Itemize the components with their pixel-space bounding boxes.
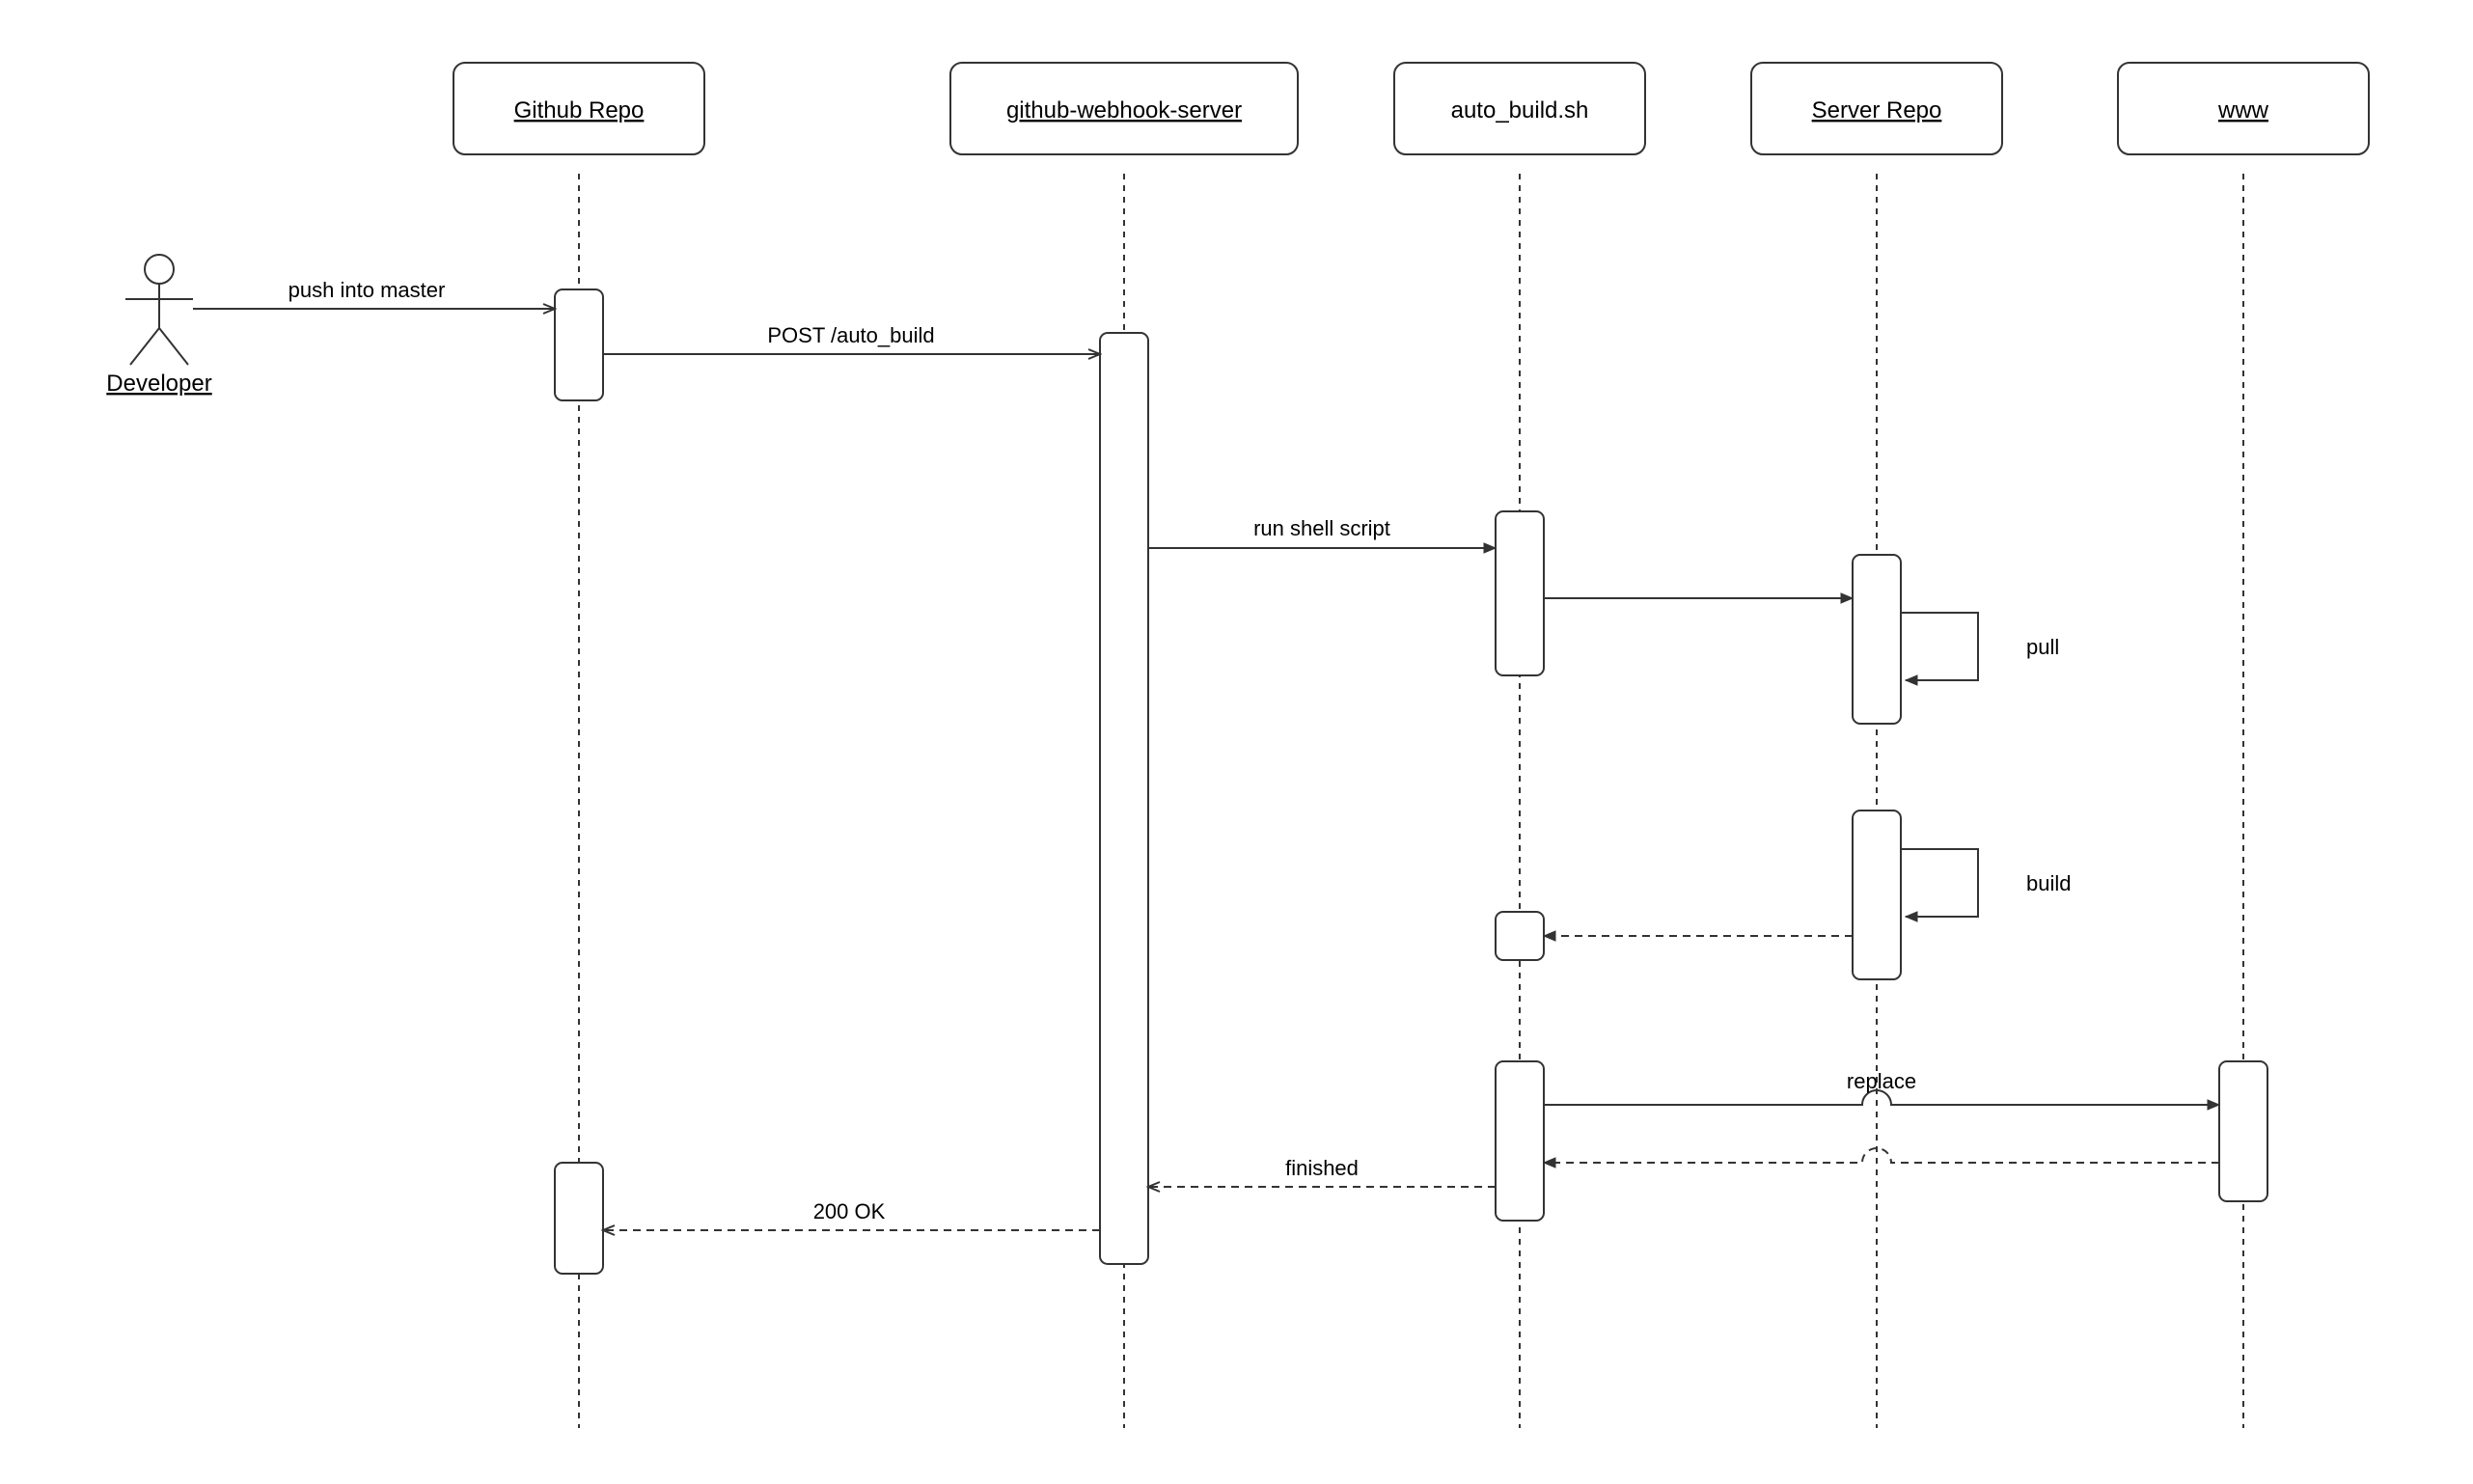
participant-github-label: Github Repo xyxy=(514,97,645,124)
actor-developer: Developer xyxy=(106,255,211,397)
participant-www-label: www xyxy=(2217,97,2269,124)
messages: push into master POST /auto_build run sh… xyxy=(193,278,2219,1230)
msg-replace: replace xyxy=(1847,1069,1916,1093)
activations xyxy=(555,289,2267,1274)
participant-script-label: auto_build.sh xyxy=(1451,97,1589,124)
actor-label: Developer xyxy=(106,371,211,397)
msg-finished: finished xyxy=(1285,1156,1359,1180)
msg-push: push into master xyxy=(289,278,446,302)
msg-run: run shell script xyxy=(1253,516,1390,540)
participant-server-repo-label: Server Repo xyxy=(1812,97,1942,124)
lifelines xyxy=(579,174,2243,1428)
sequence-diagram: Developer Github Repo github-webhook-ser… xyxy=(0,0,2473,1484)
participant-headers: Github Repo github-webhook-server auto_b… xyxy=(453,63,2369,154)
msg-post: POST /auto_build xyxy=(767,323,934,347)
msg-build: build xyxy=(2026,871,2071,895)
msg-pull: pull xyxy=(2026,635,2059,659)
msg-ok: 200 OK xyxy=(813,1199,886,1223)
participant-webhook-label: github-webhook-server xyxy=(1006,97,1242,124)
